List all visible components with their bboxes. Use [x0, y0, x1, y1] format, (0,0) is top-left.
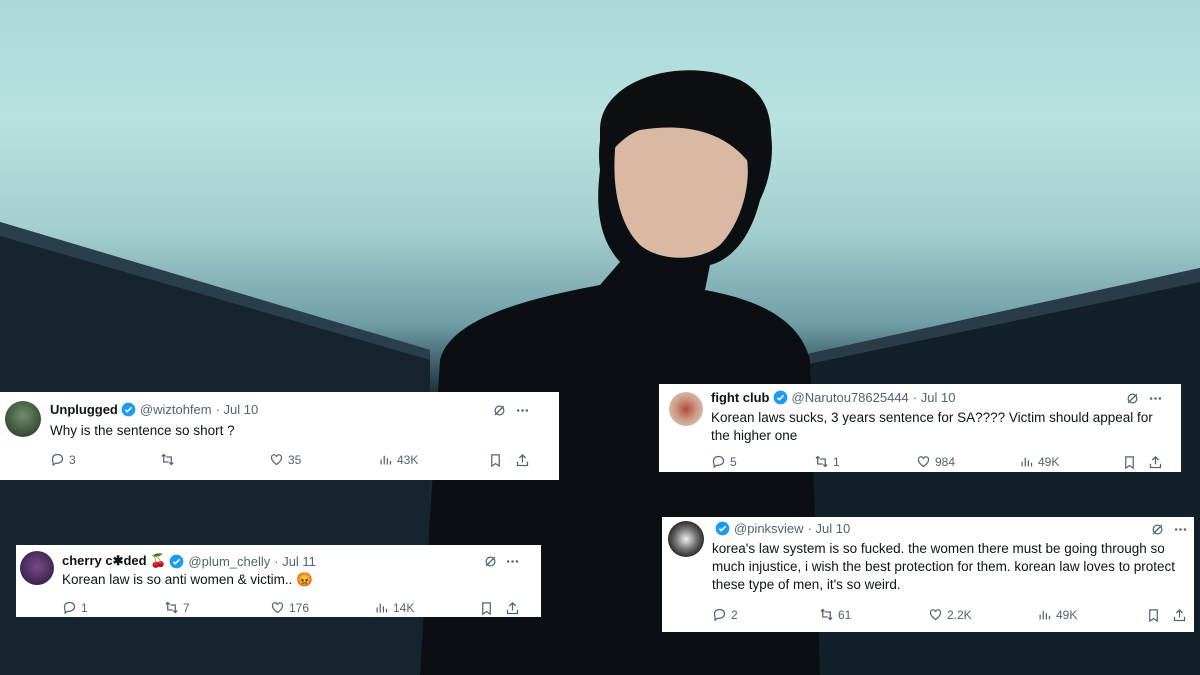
reply-button[interactable]: 3 — [50, 452, 76, 467]
retweet-count: 7 — [183, 600, 190, 615]
tweet-header: @pinksview · Jul 10 — [712, 521, 850, 536]
reply-count: 3 — [69, 452, 76, 467]
heart-icon — [271, 602, 284, 614]
reply-count: 2 — [731, 607, 738, 622]
share-icon[interactable] — [515, 453, 530, 468]
reply-count: 5 — [730, 454, 737, 469]
tweet-actions: 1 7 176 14K — [16, 600, 541, 618]
retweet-icon — [165, 601, 178, 614]
reply-icon — [712, 455, 725, 469]
tweet-card-fight-club[interactable]: fight club @Narutou78625444 · Jul 10 Kor… — [659, 384, 1181, 472]
display-name[interactable]: fight club — [711, 390, 770, 405]
grok-icon[interactable] — [1150, 522, 1165, 537]
share-icon[interactable] — [505, 601, 520, 616]
reply-button[interactable]: 2 — [712, 607, 738, 622]
grok-icon[interactable] — [1125, 391, 1140, 406]
view-count: 43K — [397, 452, 419, 467]
tweet-text: Korean laws sucks, 3 years sentence for … — [711, 410, 1153, 443]
user-handle[interactable]: @pinksview — [734, 521, 804, 536]
like-button[interactable]: 35 — [269, 452, 301, 467]
bookmark-icon[interactable] — [488, 453, 503, 468]
tweet-date[interactable]: · Jul 10 — [808, 521, 851, 536]
reply-button[interactable]: 5 — [711, 454, 737, 469]
avatar[interactable] — [669, 392, 703, 426]
view-count: 49K — [1038, 454, 1060, 469]
views-button[interactable]: 49K — [1037, 607, 1077, 622]
analytics-icon — [380, 455, 392, 465]
bookmark-icon[interactable] — [1122, 455, 1137, 470]
share-icon[interactable] — [1148, 455, 1163, 470]
tweet-date[interactable]: · Jul 10 — [216, 402, 259, 417]
tweet-header: fight club @Narutou78625444 · Jul 10 — [711, 390, 955, 405]
analytics-icon — [1039, 610, 1051, 620]
retweet-count: 61 — [838, 607, 852, 622]
retweet-button[interactable]: 1 — [814, 454, 840, 469]
verified-badge-icon — [121, 402, 136, 417]
retweet-icon — [815, 455, 828, 468]
reply-count: 1 — [81, 600, 88, 615]
view-count: 14K — [393, 600, 415, 615]
user-handle[interactable]: @plum_chelly — [188, 554, 270, 569]
verified-badge-icon — [715, 521, 730, 536]
grok-icon[interactable] — [483, 554, 498, 569]
views-button[interactable]: 43K — [378, 452, 418, 467]
bookmark-icon[interactable] — [479, 601, 494, 616]
like-button[interactable]: 2.2K — [928, 607, 972, 622]
verified-badge-icon — [773, 390, 787, 405]
display-name[interactable]: Unplugged — [50, 402, 118, 417]
tweet-card-cherry-coded[interactable]: cherry c✱ded 🍒 @plum_chelly · Jul 11 Kor… — [16, 545, 541, 617]
bookmark-icon[interactable] — [1146, 608, 1161, 623]
more-options-icon[interactable] — [515, 403, 530, 418]
reply-button[interactable]: 1 — [62, 600, 88, 615]
view-count: 49K — [1056, 607, 1078, 622]
retweet-button[interactable] — [160, 452, 179, 467]
avatar[interactable] — [668, 521, 704, 557]
retweet-count: 1 — [833, 454, 840, 469]
grok-icon[interactable] — [492, 403, 507, 418]
views-button[interactable]: 14K — [374, 600, 414, 615]
share-icon[interactable] — [1172, 608, 1187, 623]
tweet-text: korea's law system is so fucked. the wom… — [712, 541, 1175, 592]
like-count: 35 — [288, 452, 302, 467]
like-count: 2.2K — [947, 607, 972, 622]
heart-icon — [270, 454, 283, 466]
tweet-text: Korean law is so anti women & victim.. 😡 — [62, 572, 313, 587]
like-count: 984 — [935, 454, 956, 469]
tweet-date[interactable]: · Jul 10 — [913, 390, 956, 405]
verified-badge-icon — [170, 554, 184, 568]
tweet-header: cherry c✱ded 🍒 @plum_chelly · Jul 11 — [62, 553, 316, 569]
tweet-actions: 2 61 2.2K 49K — [662, 607, 1194, 625]
avatar[interactable] — [5, 401, 41, 437]
tweet-text: Why is the sentence so short ? — [50, 423, 235, 438]
tweet-date[interactable]: · Jul 11 — [274, 554, 316, 569]
user-handle[interactable]: @Narutou78625444 — [792, 390, 909, 405]
user-handle[interactable]: @wiztohfem — [140, 402, 212, 417]
retweet-button[interactable]: 7 — [164, 600, 190, 615]
heart-icon — [929, 609, 942, 621]
analytics-icon — [376, 603, 388, 613]
display-name[interactable]: cherry c✱ded 🍒 — [62, 553, 166, 569]
tweet-actions: 5 1 984 49K — [659, 454, 1181, 472]
tweet-actions: 3 35 43K — [0, 452, 559, 472]
tweet-card-pinksview[interactable]: @pinksview · Jul 10 korea's law system i… — [662, 517, 1194, 632]
tweet-card-unplugged[interactable]: Unplugged @wiztohfem · Jul 10 Why is the… — [0, 392, 559, 480]
more-options-icon[interactable] — [505, 554, 520, 569]
reply-icon — [713, 608, 726, 622]
views-button[interactable]: 49K — [1019, 454, 1059, 469]
retweet-icon — [820, 608, 833, 621]
like-count: 176 — [289, 600, 310, 615]
like-button[interactable]: 176 — [270, 600, 309, 615]
retweet-icon — [161, 453, 174, 466]
avatar[interactable] — [20, 551, 54, 585]
tweet-header: Unplugged @wiztohfem · Jul 10 — [50, 402, 258, 417]
analytics-icon — [1021, 457, 1033, 467]
more-options-icon[interactable] — [1173, 522, 1188, 537]
more-options-icon[interactable] — [1148, 391, 1163, 406]
heart-icon — [917, 456, 930, 468]
like-button[interactable]: 984 — [916, 454, 955, 469]
retweet-button[interactable]: 61 — [819, 607, 851, 622]
reply-icon — [51, 453, 64, 467]
reply-icon — [63, 601, 76, 615]
